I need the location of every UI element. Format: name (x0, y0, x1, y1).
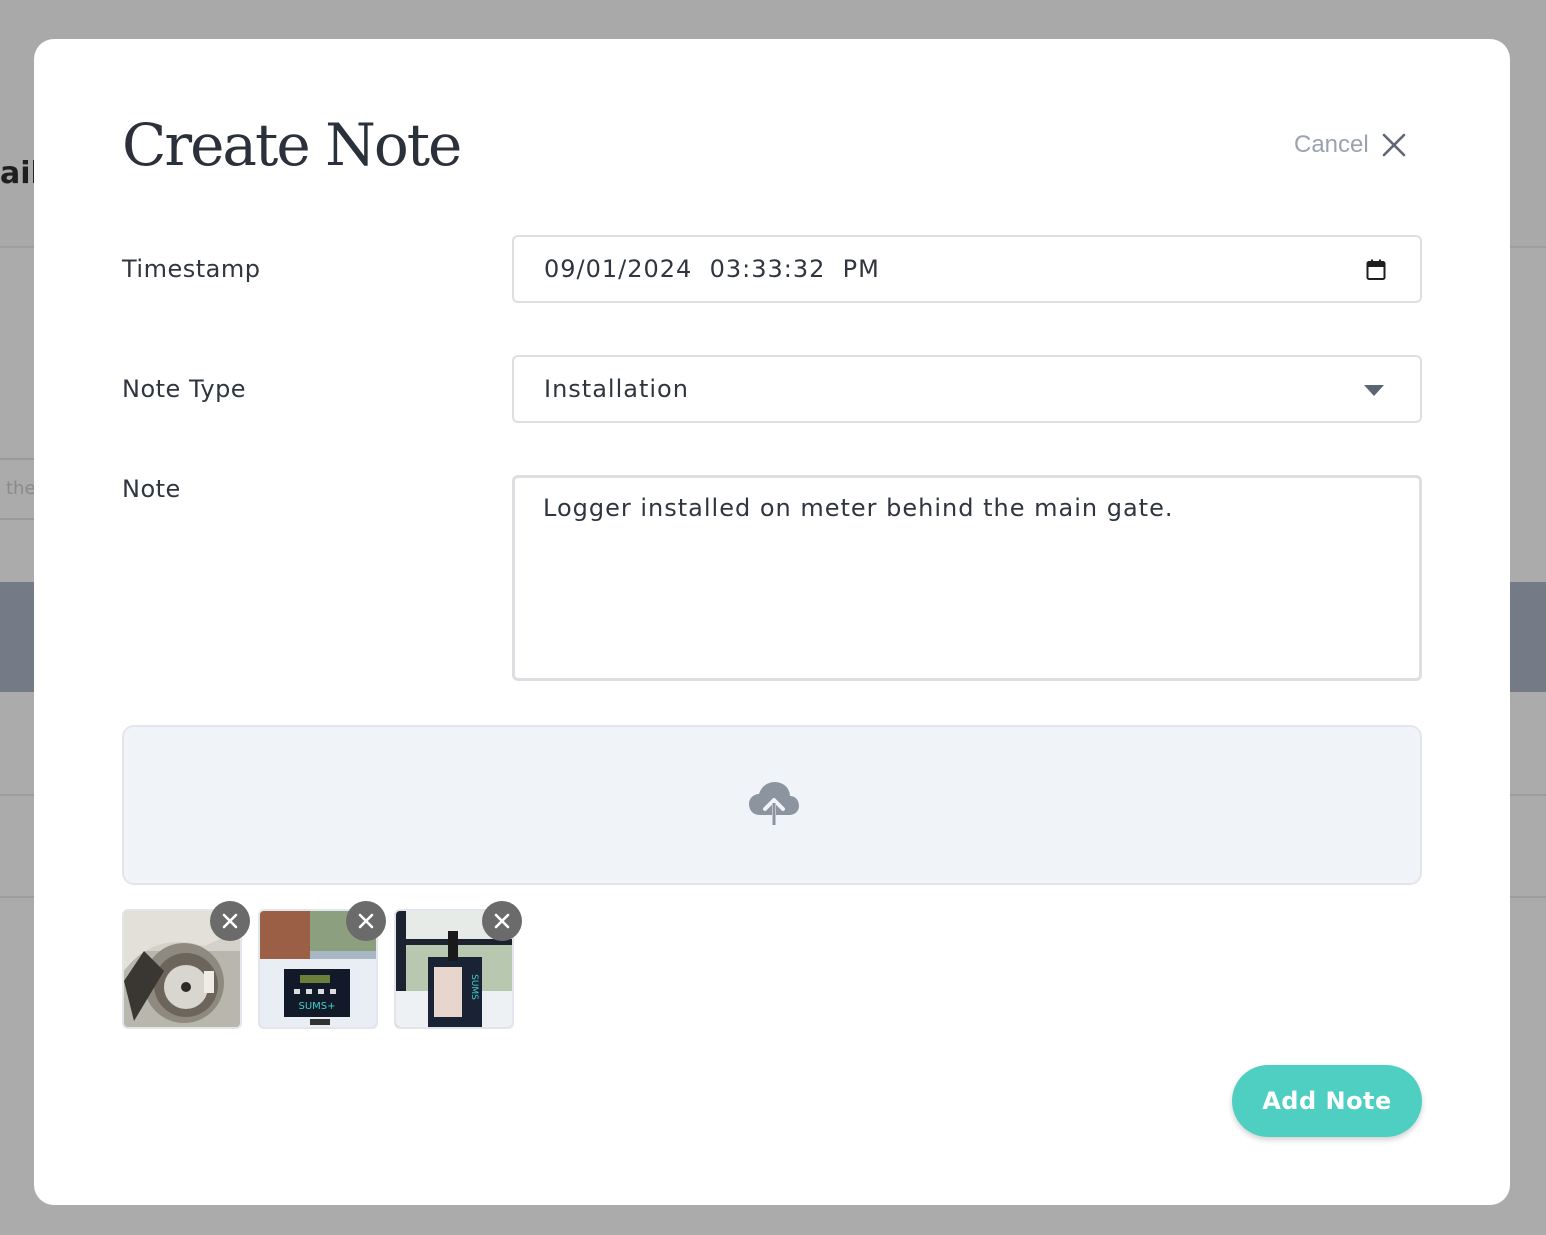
note-label: Note (122, 475, 181, 503)
close-icon (222, 913, 238, 929)
add-note-button[interactable]: Add Note (1232, 1065, 1422, 1137)
calendar-icon[interactable] (1366, 259, 1386, 281)
close-icon (1382, 133, 1406, 157)
modal-title: Create Note (122, 111, 462, 179)
cancel-label: Cancel (1294, 131, 1369, 158)
logger-brand-label: SUMS+ (298, 1001, 335, 1012)
cancel-button[interactable]: Cancel (1294, 125, 1407, 165)
background-search-fragment: the (6, 478, 36, 499)
close-icon (358, 913, 374, 929)
timestamp-input[interactable]: 09/01/2024 03:33:32 PM (512, 235, 1422, 303)
remove-attachment-1-button[interactable] (210, 901, 250, 941)
note-type-label: Note Type (122, 375, 247, 403)
file-dropzone[interactable] (122, 725, 1422, 885)
cloud-upload-icon (749, 782, 799, 827)
note-textarea[interactable]: Logger installed on meter behind the mai… (512, 475, 1422, 681)
create-note-modal: Create Note Cancel Timestamp 09/01/2024 … (34, 39, 1510, 1205)
note-type-value: Installation (544, 375, 689, 403)
remove-attachment-3-button[interactable] (482, 901, 522, 941)
close-icon (494, 913, 510, 929)
timestamp-label: Timestamp (122, 255, 261, 283)
caret-down-icon (1364, 385, 1384, 396)
note-type-select[interactable]: Installation (512, 355, 1422, 423)
remove-attachment-2-button[interactable] (346, 901, 386, 941)
device-brand-label: SUMS (469, 974, 479, 1000)
timestamp-value: 09/01/2024 03:33:32 PM (544, 255, 880, 283)
